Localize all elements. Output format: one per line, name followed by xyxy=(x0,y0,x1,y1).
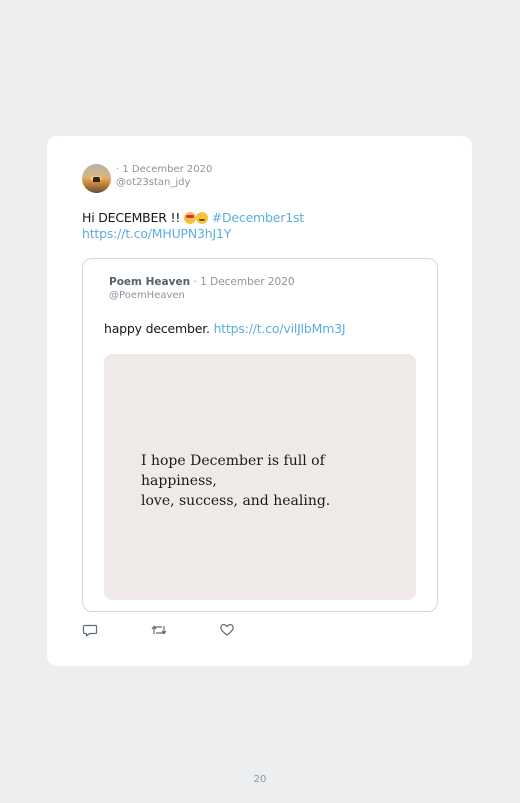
quoted-image-line1: I hope December is full of happiness, xyxy=(141,453,325,489)
avatar[interactable] xyxy=(82,164,111,193)
quoted-author-line: Poem Heaven · 1 December 2020 xyxy=(109,276,295,288)
halo-smile-emoji-icon xyxy=(195,212,208,224)
quoted-date: · 1 December 2020 xyxy=(190,276,295,288)
quoted-image-line2: love, success, and healing. xyxy=(141,493,331,509)
quoted-tweet[interactable]: Poem Heaven · 1 December 2020 @PoemHeave… xyxy=(82,258,438,612)
like-icon[interactable] xyxy=(219,622,235,638)
quoted-tweet-text: happy december. https://t.co/vilJlbMm3J xyxy=(104,321,346,336)
page-number: 20 xyxy=(253,774,267,785)
tweet-link[interactable]: https://t.co/MHUPN3hJ1Y xyxy=(82,226,231,241)
quoted-image-text: I hope December is full of happiness, lo… xyxy=(141,451,401,511)
tweet-date: · 1 December 2020 xyxy=(116,164,213,175)
author-handle[interactable]: @ot23stan_jdy xyxy=(116,177,190,188)
quoted-author-name[interactable]: Poem Heaven xyxy=(109,276,190,288)
avatar-figure xyxy=(93,177,100,182)
tweet-text-start: Hi DECEMBER !! xyxy=(82,210,184,225)
retweet-icon[interactable] xyxy=(150,622,167,638)
hashtag-link[interactable]: #December1st xyxy=(212,210,304,225)
quoted-image[interactable]: I hope December is full of happiness, lo… xyxy=(104,354,416,600)
quoted-text: happy december. xyxy=(104,321,214,336)
tweet-card: · 1 December 2020 @ot23stan_jdy Hi DECEM… xyxy=(47,136,472,666)
heart-eyes-emoji-icon xyxy=(183,212,196,224)
quoted-link[interactable]: https://t.co/vilJlbMm3J xyxy=(214,321,346,336)
tweet-text: Hi DECEMBER !! #December1st https://t.co… xyxy=(82,210,422,242)
quoted-author-handle[interactable]: @PoemHeaven xyxy=(109,290,185,301)
reply-icon[interactable] xyxy=(82,622,98,638)
